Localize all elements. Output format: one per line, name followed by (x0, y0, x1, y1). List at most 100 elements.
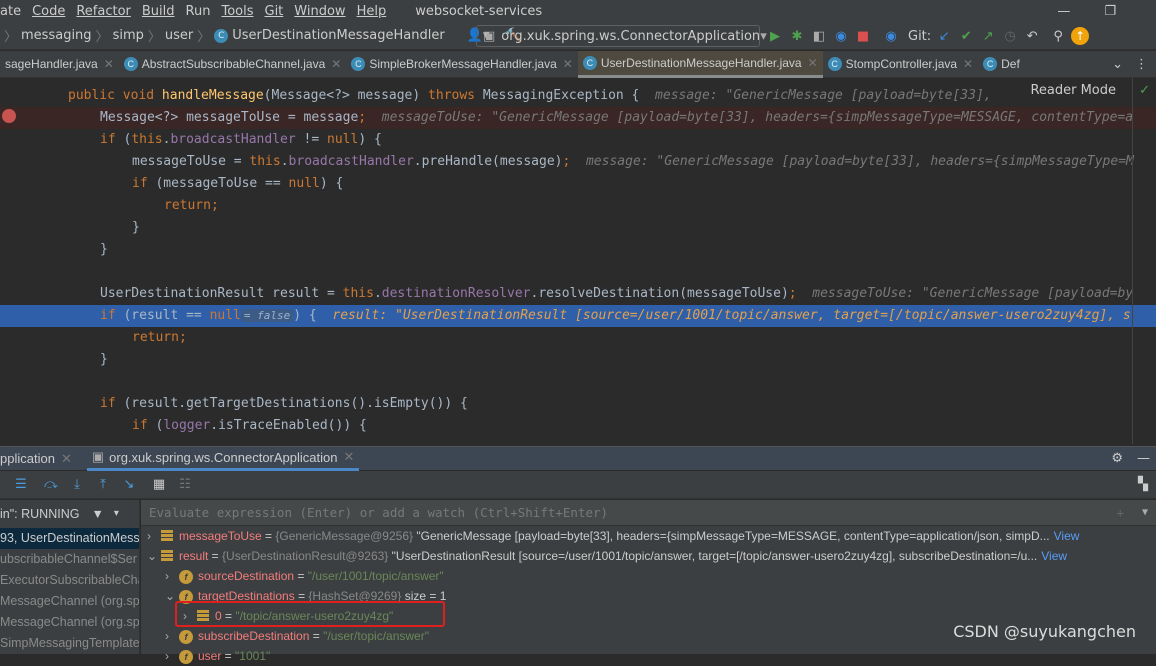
project-title: websocket-services (415, 3, 543, 19)
code-line: UserDestinationResult result = this.dest… (0, 283, 1156, 305)
restore-icon[interactable]: ❐ (1104, 4, 1116, 19)
editor-tab[interactable]: C UserDestinationMessageHandler.java ✕ (577, 50, 823, 78)
rollback-icon[interactable]: ↶ (1023, 29, 1041, 44)
add-watch-icon[interactable]: + (1116, 500, 1124, 526)
git-commit-icon[interactable]: ✔ (957, 29, 975, 44)
breadcrumb-simp[interactable]: simp (113, 28, 144, 43)
stop-icon[interactable]: ■ (854, 29, 872, 44)
attach-profiler-icon[interactable]: ◉ (882, 29, 900, 44)
list-icon (161, 550, 173, 561)
menu-run[interactable]: Run (186, 4, 211, 19)
git-update-icon[interactable]: ↙ (935, 29, 953, 44)
code-token: UserDestinationResult result = (100, 286, 343, 301)
close-icon[interactable]: ✕ (808, 56, 818, 70)
code-editor[interactable]: public void handleMessage(Message<?> mes… (0, 78, 1156, 444)
chevron-right-icon[interactable]: › (165, 626, 179, 646)
trace-icon[interactable]: ☷ (176, 477, 194, 492)
profiler-icon[interactable]: ◉ (832, 29, 850, 44)
close-icon[interactable]: ✕ (61, 451, 72, 467)
code-token: } (100, 352, 108, 367)
tab-label: StompController.java (845, 57, 958, 71)
breakpoint-icon[interactable] (2, 109, 16, 123)
menu-git[interactable]: Git (265, 4, 284, 19)
stack-frame[interactable]: MessageChannel (org.sp (0, 591, 139, 612)
variable-row[interactable]: › f subscribeDestination = "/user/topic/an… (165, 626, 429, 646)
layout-icon[interactable]: ▚ (1134, 477, 1152, 492)
chevron-right-icon[interactable]: › (147, 526, 161, 546)
variable-value: "GenericMessage [payload=byte[33], heade… (416, 529, 1050, 543)
stack-frame[interactable]: MessageChannel (org.sp (0, 612, 139, 633)
step-over-icon[interactable]: ⤼ (42, 477, 60, 492)
debug-icon[interactable]: ✱ (788, 29, 806, 44)
menu-build[interactable]: Build (142, 4, 175, 19)
debugger-toolbar: ☰ ⤼ ⤓ ⤒ ↘ ▦ ☷ ▚ (0, 471, 1156, 499)
editor-tab[interactable]: sageHandler.java ✕ (0, 51, 119, 78)
variable-row[interactable]: ⌄ result = {UserDestinationResult@9263} "… (147, 546, 1067, 566)
minimize-icon[interactable]: — (1057, 4, 1070, 19)
coverage-icon[interactable]: ◧ (810, 29, 828, 44)
editor-tab[interactable]: C StompController.java ✕ (823, 51, 978, 78)
editor-tab[interactable]: C AbstractSubscribableChannel.java ✕ (119, 51, 347, 78)
run-to-cursor-icon[interactable]: ↘ (120, 477, 138, 492)
chevron-down-icon[interactable]: ⌄ (147, 546, 161, 566)
settings-gear-icon[interactable]: ⚙ (1111, 451, 1123, 466)
close-icon[interactable]: ✕ (563, 57, 573, 71)
tab-label: pplication (0, 451, 55, 466)
history-icon[interactable]: ◷ (1001, 29, 1019, 44)
stack-frame[interactable]: 93, UserDestinationMess (0, 528, 139, 549)
debug-tab-application[interactable]: pplication ✕ (0, 447, 77, 471)
view-link[interactable]: View (1041, 549, 1067, 563)
hide-icon[interactable]: — (1137, 451, 1150, 466)
code-token: null (288, 176, 320, 191)
variable-row[interactable]: › f user = "1001" (165, 646, 270, 666)
chevron-right-icon[interactable]: › (165, 566, 179, 586)
chevron-down-icon[interactable]: ▾ (114, 500, 119, 528)
variable-row[interactable]: › f sourceDestination = "/user/1001/topic/… (165, 566, 444, 586)
run-config-label: org.xuk.spring.ws.ConnectorApplication (501, 28, 761, 44)
thread-status: in": RUNNING (0, 507, 80, 521)
step-into-icon[interactable]: ⤓ (68, 477, 86, 492)
class-icon: C (827, 57, 842, 71)
breadcrumb-messaging[interactable]: messaging (21, 28, 92, 43)
chevron-down-icon[interactable]: ⌄ (1112, 57, 1123, 72)
stack-frame[interactable]: SimpMessagingTemplate (0, 633, 139, 654)
evaluate-expression-input[interactable]: Evaluate expression (Enter) or add a wat… (141, 500, 1156, 526)
editor-tab[interactable]: C SimpleBrokerMessageHandler.java ✕ (346, 51, 578, 78)
close-icon[interactable]: ✕ (104, 57, 114, 71)
debug-tab-connector[interactable]: ▣ org.xuk.spring.ws.ConnectorApplication ✕ (86, 447, 360, 471)
search-icon[interactable]: ⚲ (1049, 29, 1067, 44)
run-icon[interactable]: ▶ (766, 29, 784, 44)
menu-tools[interactable]: Tools (221, 4, 253, 19)
reader-mode-button[interactable]: Reader Mode (1030, 83, 1116, 98)
field-icon: f (179, 650, 193, 664)
variable-row[interactable]: › messageToUse = {GenericMessage@9256} "G… (147, 526, 1079, 546)
close-icon[interactable]: ✕ (343, 449, 354, 465)
breadcrumb-user[interactable]: user (165, 28, 193, 43)
close-icon[interactable]: ✕ (331, 57, 341, 71)
run-configuration-dropdown[interactable]: ▣ org.xuk.spring.ws.ConnectorApplication… (476, 25, 767, 47)
stack-frame[interactable]: ubscribableChannel$Ser (0, 549, 139, 570)
step-out-icon[interactable]: ⤒ (94, 477, 112, 492)
menu-help[interactable]: Help (357, 4, 387, 19)
menu-code[interactable]: Code (32, 4, 65, 19)
chevron-down-icon[interactable]: ▼ (1142, 500, 1148, 526)
view-link[interactable]: View (1054, 529, 1080, 543)
inline-value: = false (240, 309, 294, 322)
update-icon[interactable]: ↑ (1071, 27, 1090, 45)
evaluate-expression-icon[interactable]: ▦ (150, 477, 168, 492)
more-options-icon[interactable]: ⋮ (1135, 57, 1148, 72)
code-token: this (249, 154, 281, 169)
breadcrumb-class[interactable]: UserDestinationMessageHandler (232, 28, 444, 43)
git-push-icon[interactable]: ↗ (979, 29, 997, 44)
frames-list-icon[interactable]: ☰ (12, 477, 30, 492)
chevron-right-icon[interactable]: › (165, 646, 179, 666)
stack-frame[interactable]: ExecutorSubscribableCha (0, 570, 139, 591)
editor-tab[interactable]: C Def (978, 51, 1025, 78)
menu-item[interactable]: ate (0, 4, 21, 19)
menu-refactor[interactable]: Refactor (76, 4, 131, 19)
close-icon[interactable]: ✕ (963, 57, 973, 71)
inspection-ok-icon[interactable]: ✓ (1139, 83, 1150, 98)
menu-window[interactable]: Window (294, 4, 345, 19)
filter-icon[interactable]: ▼ (91, 500, 103, 528)
thread-selector[interactable]: in": RUNNING ▼ ▾ (0, 500, 139, 528)
